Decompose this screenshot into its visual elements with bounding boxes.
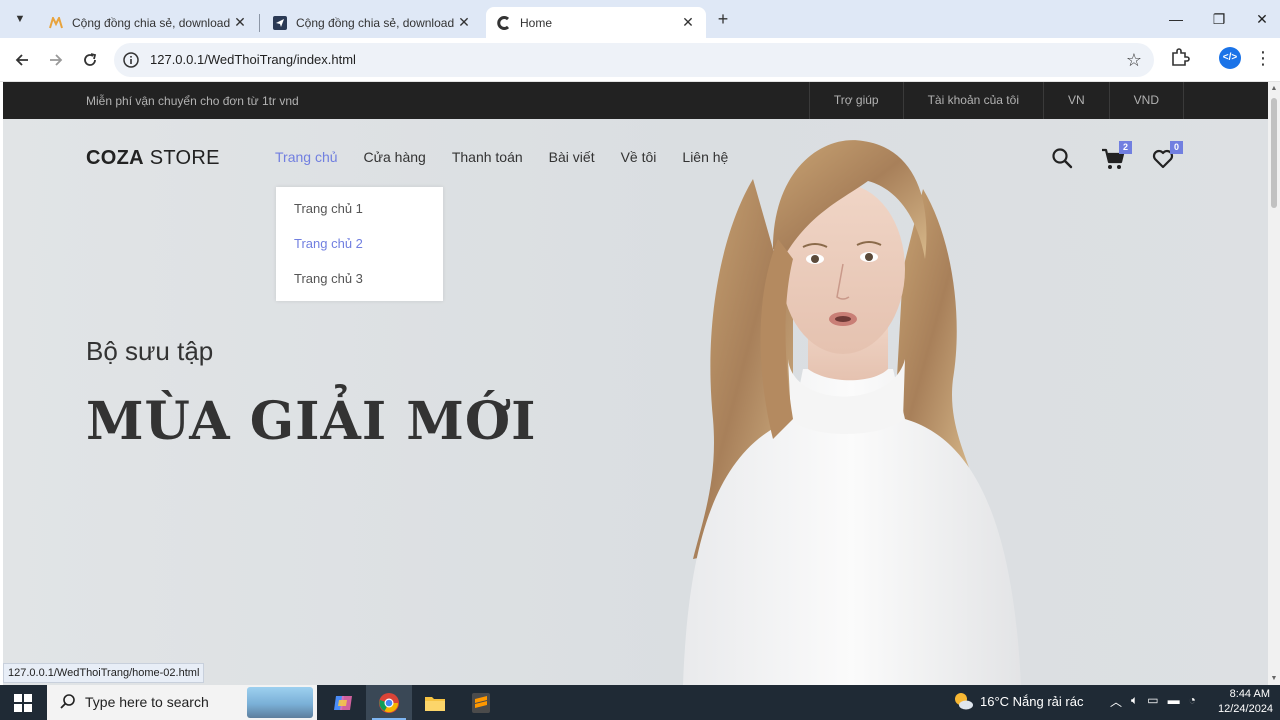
new-tab-button[interactable]: +	[712, 8, 734, 30]
nav-checkout[interactable]: Thanh toán	[452, 149, 523, 165]
more-menu-icon[interactable]: ⋮	[1254, 47, 1272, 71]
dropdown-item-home-2[interactable]: Trang chủ 2	[294, 236, 363, 251]
home-dropdown-menu: Trang chủ 1 Trang chủ 2 Trang chủ 3	[276, 187, 443, 301]
web-page: Miễn phí vận chuyển cho đơn từ 1tr vnd T…	[3, 82, 1268, 685]
tab-title: Home	[520, 15, 553, 30]
url-text[interactable]: 127.0.0.1/WedThoiTrang/index.html	[150, 52, 356, 67]
battery-icon[interactable]: ▬	[1168, 693, 1180, 710]
display-icon[interactable]: ▭	[1147, 693, 1158, 710]
weather-widget[interactable]: 16°C Nắng rải rác	[952, 691, 1083, 711]
restore-button[interactable]: ❐	[1208, 8, 1230, 30]
currency-link[interactable]: VND	[1108, 82, 1184, 119]
reload-button[interactable]	[76, 46, 104, 74]
minimize-button[interactable]: —	[1165, 8, 1187, 30]
arrow-right-icon	[50, 54, 63, 66]
puzzle-icon[interactable]	[1168, 46, 1192, 70]
reload-icon	[84, 53, 97, 66]
help-link[interactable]: Trợ giúp	[808, 82, 903, 119]
hero-title: MÙA GIẢI MỚI	[86, 391, 537, 452]
hero-slider: COZA STORE Trang chủ Cửa hàng Thanh toán…	[3, 119, 1268, 685]
forward-button[interactable]	[42, 46, 70, 74]
language-link[interactable]: VN	[1042, 82, 1109, 119]
chevron-up-icon[interactable]: ︿	[1110, 693, 1122, 710]
address-bar[interactable]: 127.0.0.1/WedThoiTrang/index.html ☆	[114, 43, 1154, 77]
close-icon[interactable]: ✕	[456, 14, 472, 31]
info-icon[interactable]	[122, 51, 140, 69]
paper-plane-icon	[272, 15, 288, 31]
tab-title: Cộng đồng chia sẻ, download	[296, 15, 455, 30]
taskbar-clock[interactable]: 8:44 AM 12/24/2024	[1218, 687, 1274, 717]
dropdown-item-home-1[interactable]: Trang chủ 1	[294, 201, 363, 216]
copilot-app-icon[interactable]	[320, 685, 366, 720]
chrome-app-icon[interactable]	[366, 685, 412, 720]
hero-subtitle: Bộ sưu tập	[86, 336, 214, 366]
sublime-text-icon[interactable]	[458, 685, 504, 720]
clock-time: 8:44 AM	[1229, 688, 1270, 700]
speaker-icon[interactable]: 🔈︎	[1131, 693, 1138, 710]
tab-divider	[259, 14, 260, 32]
browser-tab-1[interactable]: Cộng đồng chia sẻ, download ✕	[38, 7, 258, 38]
scroll-up-icon[interactable]: ▲	[1270, 85, 1278, 92]
top-bar-links: Trợ giúp Tài khoản của tôi VN VND	[808, 82, 1184, 119]
search-highlight-image	[247, 687, 313, 718]
profile-avatar[interactable]: </>	[1219, 47, 1241, 69]
taskbar-search-box[interactable]: Type here to search	[47, 685, 317, 720]
cart-count-badge: 2	[1119, 141, 1132, 154]
star-icon[interactable]: ☆	[1126, 50, 1142, 71]
weather-text: 16°C Nắng rải rác	[980, 693, 1084, 709]
nav-shop[interactable]: Cửa hàng	[364, 149, 426, 165]
nav-contact[interactable]: Liên hệ	[682, 149, 728, 165]
site-logo[interactable]: COZA STORE	[86, 147, 220, 170]
c-logo-icon	[496, 15, 512, 31]
page-scrollbar[interactable]: ▲ ▼	[1268, 82, 1280, 685]
tab-search-button[interactable]: ▼	[8, 7, 32, 31]
close-window-button[interactable]: ✕	[1251, 8, 1273, 30]
partly-sunny-icon	[955, 693, 973, 710]
m-logo-icon	[48, 15, 64, 31]
nav-home[interactable]: Trang chủ	[275, 149, 338, 165]
nav-blog[interactable]: Bài viết	[549, 149, 595, 165]
system-tray: ︿ 🔈︎ ▭ ▬ ◔	[1110, 693, 1196, 710]
browser-tab-2[interactable]: Cộng đồng chia sẻ, download ✕	[262, 7, 482, 38]
windows-start-icon[interactable]	[14, 694, 32, 712]
taskbar-search-placeholder: Type here to search	[85, 694, 209, 710]
close-icon[interactable]: ✕	[232, 14, 248, 31]
browser-tab-3[interactable]: Home ✕	[486, 7, 706, 38]
tab-title: Cộng đồng chia sẻ, download	[72, 15, 231, 30]
browser-toolbar: 127.0.0.1/WedThoiTrang/index.html ☆ </> …	[0, 38, 1280, 82]
search-icon[interactable]	[1051, 147, 1073, 169]
arrow-left-icon	[15, 54, 28, 66]
main-nav: Trang chủ Cửa hàng Thanh toán Bài viết V…	[275, 149, 728, 165]
free-shipping-text: Miễn phí vận chuyển cho đơn từ 1tr vnd	[86, 94, 299, 108]
dropdown-item-home-3[interactable]: Trang chủ 3	[294, 271, 363, 286]
scrollbar-thumb[interactable]	[1271, 98, 1277, 208]
back-button[interactable]	[8, 46, 36, 74]
nav-about[interactable]: Về tôi	[621, 149, 657, 165]
wishlist-count-badge: 0	[1170, 141, 1183, 154]
wifi-icon[interactable]: ◔	[1189, 693, 1196, 710]
file-explorer-icon[interactable]	[412, 685, 458, 720]
close-icon[interactable]: ✕	[680, 14, 696, 31]
link-status-bubble: 127.0.0.1/WedThoiTrang/home-02.html	[3, 663, 205, 683]
windows-taskbar: Type here to search 16°C Nắng rải rác ︿ …	[0, 685, 1280, 720]
clock-date: 12/24/2024	[1218, 703, 1274, 715]
top-bar: Miễn phí vận chuyển cho đơn từ 1tr vnd T…	[3, 82, 1268, 119]
browser-tabstrip: ▼ Cộng đồng chia sẻ, download ✕ Cộng đồn…	[0, 0, 1280, 38]
my-account-link[interactable]: Tài khoản của tôi	[902, 82, 1043, 119]
scroll-down-icon[interactable]: ▼	[1270, 675, 1278, 682]
search-icon	[60, 694, 75, 709]
model-photo	[683, 140, 1021, 685]
